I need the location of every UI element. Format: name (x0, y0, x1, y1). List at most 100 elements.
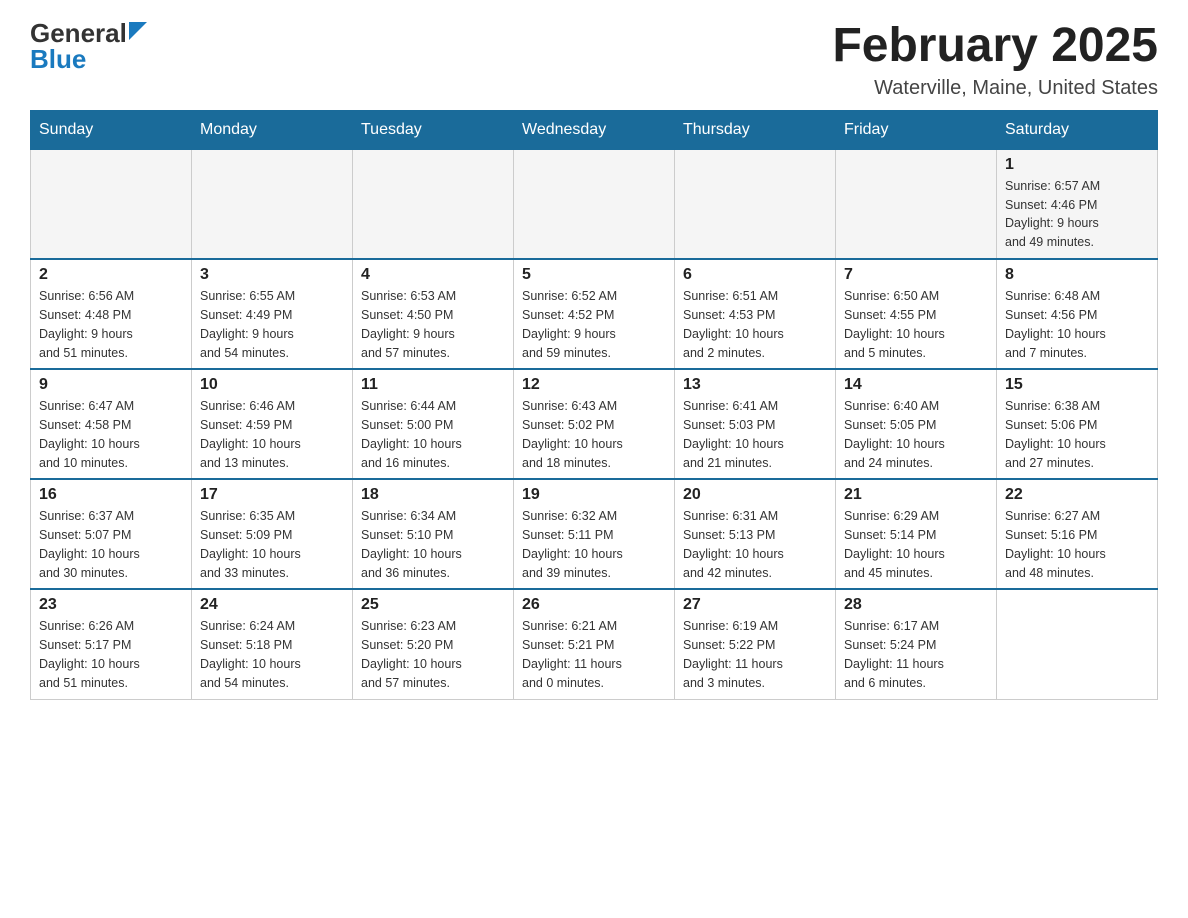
logo-blue-text: Blue (30, 46, 86, 72)
location-text: Waterville, Maine, United States (832, 77, 1158, 100)
day-info: Sunrise: 6:40 AMSunset: 5:05 PMDaylight:… (844, 397, 988, 472)
calendar-cell: 5 Sunrise: 6:52 AMSunset: 4:52 PMDaylight… (514, 259, 675, 369)
calendar-cell: 1 Sunrise: 6:57 AMSunset: 4:46 PMDaylight… (997, 149, 1158, 259)
day-number: 6 (683, 266, 827, 284)
day-number: 1 (1005, 156, 1149, 174)
day-number: 24 (200, 596, 344, 614)
calendar-week-row: 16 Sunrise: 6:37 AMSunset: 5:07 PMDayligh… (31, 479, 1158, 589)
calendar-header-tuesday: Tuesday (353, 110, 514, 149)
day-info: Sunrise: 6:35 AMSunset: 5:09 PMDaylight:… (200, 507, 344, 582)
calendar-cell: 8 Sunrise: 6:48 AMSunset: 4:56 PMDaylight… (997, 259, 1158, 369)
calendar-table: SundayMondayTuesdayWednesdayThursdayFrid… (30, 110, 1158, 700)
calendar-cell: 19Sunrise: 6:32 AMSunset: 5:11 PMDayligh… (514, 479, 675, 589)
day-number: 26 (522, 596, 666, 614)
calendar-header-friday: Friday (836, 110, 997, 149)
calendar-cell (31, 149, 192, 259)
day-number: 27 (683, 596, 827, 614)
day-number: 22 (1005, 486, 1149, 504)
calendar-header-thursday: Thursday (675, 110, 836, 149)
day-info: Sunrise: 6:43 AMSunset: 5:02 PMDaylight:… (522, 397, 666, 472)
calendar-header-row: SundayMondayTuesdayWednesdayThursdayFrid… (31, 110, 1158, 149)
day-number: 21 (844, 486, 988, 504)
page-header: General Blue February 2025 Waterville, M… (30, 20, 1158, 100)
day-number: 10 (200, 376, 344, 394)
calendar-cell: 12 Sunrise: 6:43 AMSunset: 5:02 PMDayligh… (514, 369, 675, 479)
calendar-cell: 17 Sunrise: 6:35 AMSunset: 5:09 PMDayligh… (192, 479, 353, 589)
calendar-header-saturday: Saturday (997, 110, 1158, 149)
day-number: 3 (200, 266, 344, 284)
day-info: Sunrise: 6:27 AMSunset: 5:16 PMDaylight:… (1005, 507, 1149, 582)
calendar-cell: 9 Sunrise: 6:47 AMSunset: 4:58 PMDaylight… (31, 369, 192, 479)
calendar-cell: 20Sunrise: 6:31 AMSunset: 5:13 PMDayligh… (675, 479, 836, 589)
day-number: 28 (844, 596, 988, 614)
day-info: Sunrise: 6:47 AMSunset: 4:58 PMDaylight:… (39, 397, 183, 472)
calendar-cell: 21Sunrise: 6:29 AMSunset: 5:14 PMDayligh… (836, 479, 997, 589)
day-number: 11 (361, 376, 505, 394)
day-number: 23 (39, 596, 183, 614)
day-number: 5 (522, 266, 666, 284)
day-info: Sunrise: 6:19 AMSunset: 5:22 PMDaylight:… (683, 617, 827, 692)
day-info: Sunrise: 6:57 AMSunset: 4:46 PMDaylight:… (1005, 177, 1149, 252)
calendar-cell (997, 589, 1158, 699)
day-number: 14 (844, 376, 988, 394)
day-info: Sunrise: 6:46 AMSunset: 4:59 PMDaylight:… (200, 397, 344, 472)
day-info: Sunrise: 6:23 AMSunset: 5:20 PMDaylight:… (361, 617, 505, 692)
calendar-cell: 27 Sunrise: 6:19 AMSunset: 5:22 PMDayligh… (675, 589, 836, 699)
day-info: Sunrise: 6:21 AMSunset: 5:21 PMDaylight:… (522, 617, 666, 692)
calendar-cell: 22 Sunrise: 6:27 AMSunset: 5:16 PMDayligh… (997, 479, 1158, 589)
calendar-header-wednesday: Wednesday (514, 110, 675, 149)
logo: General Blue (30, 20, 147, 72)
day-number: 9 (39, 376, 183, 394)
day-info: Sunrise: 6:48 AMSunset: 4:56 PMDaylight:… (1005, 287, 1149, 362)
day-number: 16 (39, 486, 183, 504)
day-number: 15 (1005, 376, 1149, 394)
day-info: Sunrise: 6:41 AMSunset: 5:03 PMDaylight:… (683, 397, 827, 472)
calendar-week-row: 23 Sunrise: 6:26 AMSunset: 5:17 PMDayligh… (31, 589, 1158, 699)
calendar-cell: 3 Sunrise: 6:55 AMSunset: 4:49 PMDaylight… (192, 259, 353, 369)
calendar-cell: 15 Sunrise: 6:38 AMSunset: 5:06 PMDayligh… (997, 369, 1158, 479)
calendar-week-row: 2Sunrise: 6:56 AMSunset: 4:48 PMDaylight… (31, 259, 1158, 369)
day-info: Sunrise: 6:38 AMSunset: 5:06 PMDaylight:… (1005, 397, 1149, 472)
calendar-cell: 18 Sunrise: 6:34 AMSunset: 5:10 PMDayligh… (353, 479, 514, 589)
calendar-week-row: 1 Sunrise: 6:57 AMSunset: 4:46 PMDaylight… (31, 149, 1158, 259)
day-number: 17 (200, 486, 344, 504)
day-info: Sunrise: 6:44 AMSunset: 5:00 PMDaylight:… (361, 397, 505, 472)
day-info: Sunrise: 6:55 AMSunset: 4:49 PMDaylight:… (200, 287, 344, 362)
calendar-cell: 25 Sunrise: 6:23 AMSunset: 5:20 PMDayligh… (353, 589, 514, 699)
day-number: 13 (683, 376, 827, 394)
day-number: 2 (39, 266, 183, 284)
day-info: Sunrise: 6:31 AMSunset: 5:13 PMDaylight:… (683, 507, 827, 582)
calendar-cell: 11 Sunrise: 6:44 AMSunset: 5:00 PMDayligh… (353, 369, 514, 479)
day-number: 12 (522, 376, 666, 394)
day-number: 25 (361, 596, 505, 614)
calendar-cell (675, 149, 836, 259)
logo-general-text: General (30, 20, 127, 46)
calendar-header-sunday: Sunday (31, 110, 192, 149)
calendar-cell: 28 Sunrise: 6:17 AMSunset: 5:24 PMDayligh… (836, 589, 997, 699)
calendar-cell: 23 Sunrise: 6:26 AMSunset: 5:17 PMDayligh… (31, 589, 192, 699)
calendar-cell (353, 149, 514, 259)
calendar-cell: 24 Sunrise: 6:24 AMSunset: 5:18 PMDayligh… (192, 589, 353, 699)
month-title: February 2025 (832, 20, 1158, 73)
day-info: Sunrise: 6:37 AMSunset: 5:07 PMDaylight:… (39, 507, 183, 582)
calendar-cell (192, 149, 353, 259)
calendar-cell: 4Sunrise: 6:53 AMSunset: 4:50 PMDaylight… (353, 259, 514, 369)
calendar-cell: 6 Sunrise: 6:51 AMSunset: 4:53 PMDaylight… (675, 259, 836, 369)
calendar-cell (514, 149, 675, 259)
day-info: Sunrise: 6:50 AMSunset: 4:55 PMDaylight:… (844, 287, 988, 362)
logo-triangle-icon (129, 22, 147, 40)
day-info: Sunrise: 6:51 AMSunset: 4:53 PMDaylight:… (683, 287, 827, 362)
day-info: Sunrise: 6:52 AMSunset: 4:52 PMDaylight:… (522, 287, 666, 362)
calendar-cell: 13 Sunrise: 6:41 AMSunset: 5:03 PMDayligh… (675, 369, 836, 479)
calendar-cell (836, 149, 997, 259)
day-number: 7 (844, 266, 988, 284)
calendar-cell: 26 Sunrise: 6:21 AMSunset: 5:21 PMDayligh… (514, 589, 675, 699)
day-info: Sunrise: 6:26 AMSunset: 5:17 PMDaylight:… (39, 617, 183, 692)
day-info: Sunrise: 6:34 AMSunset: 5:10 PMDaylight:… (361, 507, 505, 582)
calendar-cell: 2Sunrise: 6:56 AMSunset: 4:48 PMDaylight… (31, 259, 192, 369)
day-info: Sunrise: 6:17 AMSunset: 5:24 PMDaylight:… (844, 617, 988, 692)
day-number: 19 (522, 486, 666, 504)
day-number: 8 (1005, 266, 1149, 284)
day-number: 18 (361, 486, 505, 504)
day-info: Sunrise: 6:24 AMSunset: 5:18 PMDaylight:… (200, 617, 344, 692)
